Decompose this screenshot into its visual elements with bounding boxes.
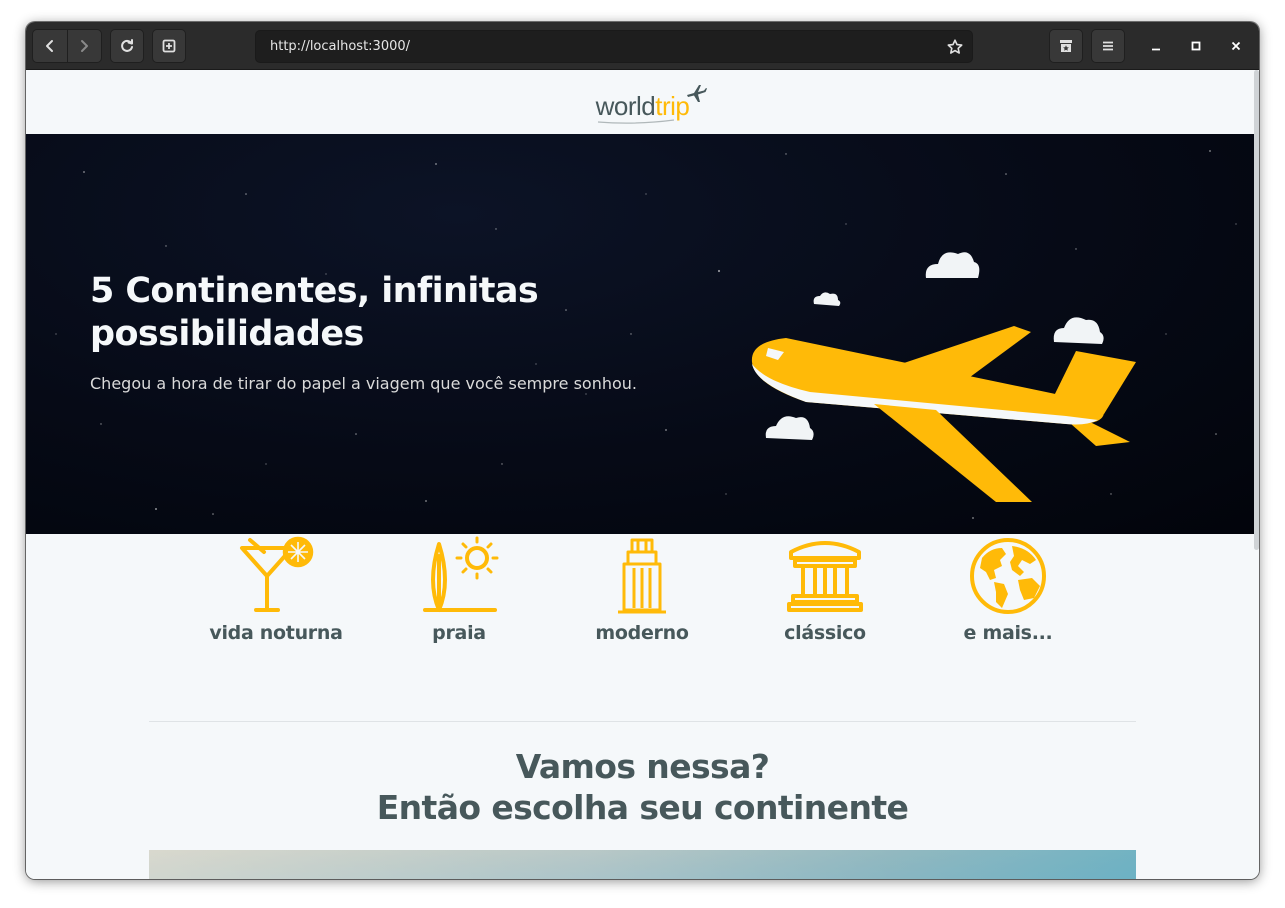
browser-toolbar: http://localhost:3000/ <box>26 22 1259 70</box>
minimize-button[interactable] <box>1146 36 1166 56</box>
travel-type-beach: praia <box>374 536 544 644</box>
close-icon <box>1231 41 1241 51</box>
page-viewport: world trip 5 Continentes, infinitas poss… <box>26 70 1259 879</box>
cta-line-1: Vamos nessa? <box>515 747 770 786</box>
cocktail-icon <box>240 536 314 612</box>
url-text: http://localhost:3000/ <box>270 39 411 54</box>
minimize-icon <box>1152 48 1160 51</box>
page-scrollbar[interactable] <box>1254 70 1259 550</box>
reload-icon <box>121 39 133 52</box>
travel-type-more: e mais... <box>923 536 1093 644</box>
back-button[interactable] <box>33 30 67 62</box>
museum-icon <box>787 541 863 612</box>
worldtrip-logo[interactable]: world trip <box>596 82 708 124</box>
chevron-left-icon <box>45 40 53 52</box>
maximize-button[interactable] <box>1186 36 1206 56</box>
close-button[interactable] <box>1226 36 1246 56</box>
archive-icon <box>1060 40 1072 52</box>
travel-type-nightlife: vida noturna <box>191 536 361 644</box>
reload-button[interactable] <box>110 29 144 63</box>
continent-slider[interactable] <box>149 850 1136 879</box>
continent-cta: Vamos nessa? Então escolha seu continent… <box>26 746 1259 828</box>
menu-button[interactable] <box>1091 29 1125 63</box>
surf-sun-icon <box>423 536 499 612</box>
travel-type-label: moderno <box>595 622 689 644</box>
url-bar[interactable]: http://localhost:3000/ <box>255 30 973 63</box>
travel-type-label: e mais... <box>963 622 1053 644</box>
maximize-icon <box>1191 41 1201 51</box>
extensions-button[interactable] <box>1049 29 1083 63</box>
banner-subtitle: Chegou a hora de tirar do papel a viagem… <box>90 374 637 393</box>
banner-title: 5 Continentes, infinitas possibilidades <box>90 271 539 354</box>
new-tab-icon <box>162 39 176 53</box>
travel-type-label: clássico <box>784 622 866 644</box>
travel-type-label: praia <box>432 622 486 644</box>
hamburger-menu-icon <box>1103 41 1113 51</box>
browser-window: http://localhost:3000/ world trip 5 Cont… <box>26 22 1259 879</box>
site-header: world trip <box>26 70 1259 134</box>
building-icon <box>618 538 666 614</box>
logo-swoosh <box>597 119 674 124</box>
chevron-right-icon <box>81 40 89 52</box>
hero-banner: 5 Continentes, infinitas possibilidades … <box>26 134 1259 534</box>
travel-types: vida noturna praia moderno clássico e ma… <box>26 536 1259 656</box>
travel-type-modern: moderno <box>557 536 727 644</box>
bookmark-star-icon[interactable] <box>946 38 964 56</box>
forward-button[interactable] <box>66 30 102 62</box>
travel-type-classic: clássico <box>740 536 910 644</box>
cta-line-2: Então escolha seu continente <box>376 788 909 827</box>
earth-icon <box>970 538 1046 614</box>
airplane-illustration <box>751 252 1136 502</box>
section-divider <box>149 721 1136 722</box>
nav-buttons <box>32 29 102 63</box>
new-tab-button[interactable] <box>152 29 186 63</box>
slider-image <box>149 850 1136 879</box>
airplane-logo-icon <box>687 85 708 102</box>
travel-type-label: vida noturna <box>209 622 343 644</box>
